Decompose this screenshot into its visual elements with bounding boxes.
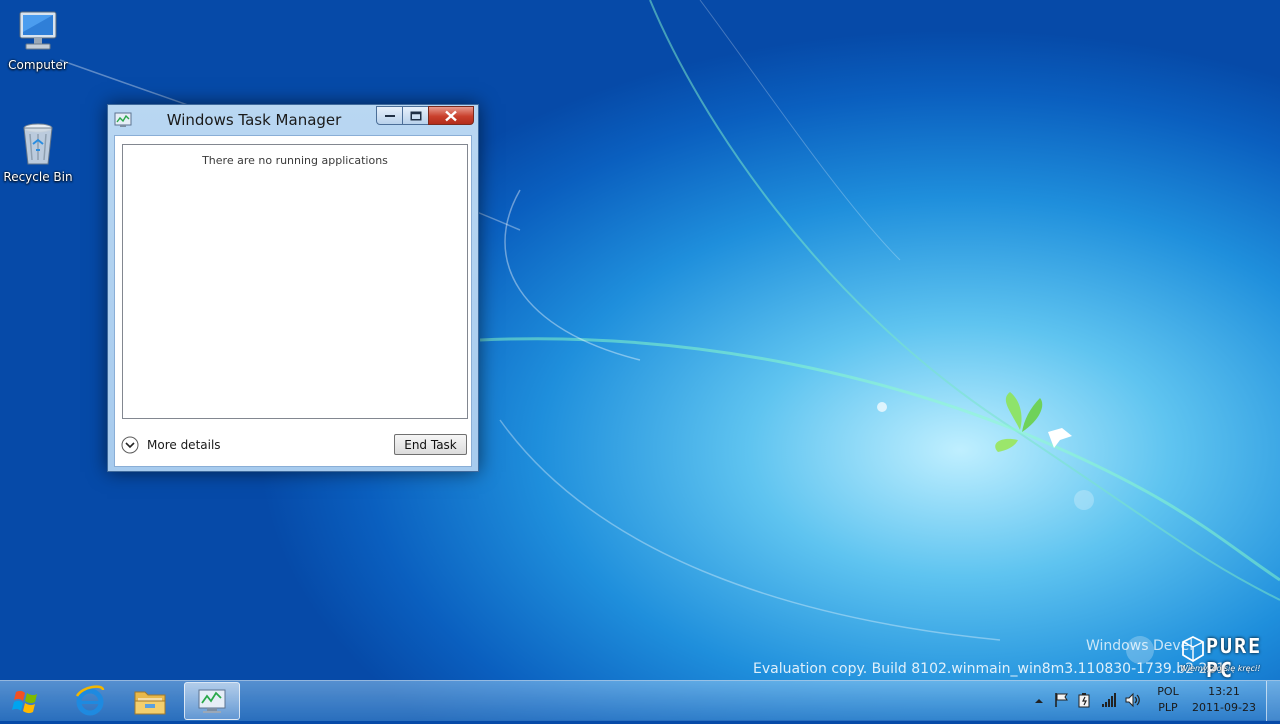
- battery-plug-icon: [1078, 693, 1090, 708]
- desktop-icon-label: Computer: [8, 58, 68, 72]
- input-language-indicator[interactable]: POL PLP: [1156, 684, 1180, 716]
- window-client-area: There are no running applications More d…: [114, 135, 472, 467]
- volume-button[interactable]: [1124, 691, 1142, 709]
- purepc-watermark: PURE PC Wiemy, co się kręci!: [1180, 632, 1276, 682]
- flag-icon: [1055, 693, 1068, 707]
- minimize-button[interactable]: [376, 106, 403, 125]
- empty-list-message: There are no running applications: [202, 154, 388, 167]
- file-explorer-icon: [134, 691, 166, 715]
- action-center-button[interactable]: [1053, 691, 1071, 709]
- desktop-icon-recycle-bin[interactable]: Recycle Bin: [0, 120, 76, 184]
- desktop-icon-computer[interactable]: Computer: [0, 8, 76, 72]
- speaker-icon: [1125, 692, 1140, 708]
- chevron-up-icon: [1035, 699, 1043, 703]
- maximize-icon: [410, 111, 421, 120]
- taskbar-internet-explorer[interactable]: [62, 682, 118, 720]
- minimize-icon: [384, 114, 395, 117]
- recycle-bin-icon: [14, 120, 62, 168]
- clock-time: 13:21: [1208, 685, 1240, 698]
- taskbar: POL PLP 13:21 2011-09-23: [0, 680, 1280, 721]
- close-icon: [445, 110, 457, 121]
- show-hidden-icons-button[interactable]: [1030, 691, 1048, 709]
- maximize-button[interactable]: [402, 106, 429, 125]
- taskbar-file-explorer[interactable]: [122, 682, 178, 720]
- brand-logo-text: PURE PC: [1206, 634, 1263, 682]
- edition-watermark: Windows Devel: [1086, 638, 1194, 654]
- computer-icon: [14, 8, 62, 56]
- internet-explorer-icon: [75, 685, 105, 716]
- windows-logo-icon: [12, 690, 37, 714]
- more-details-toggle[interactable]: More details: [121, 435, 221, 455]
- clock-date: 2011-09-23: [1192, 701, 1256, 714]
- build-watermark: Evaluation copy. Build 8102.winmain_win8…: [753, 661, 1226, 677]
- language-code: POL: [1157, 685, 1179, 698]
- system-clock[interactable]: 13:21 2011-09-23: [1188, 684, 1260, 716]
- start-button[interactable]: [4, 682, 48, 720]
- chevron-down-icon: [121, 436, 139, 454]
- show-desktop-button[interactable]: [1266, 681, 1280, 721]
- more-details-label: More details: [147, 438, 221, 452]
- task-manager-window: Windows Task Manager There are no runnin…: [107, 104, 479, 472]
- brand-tagline: Wiemy, co się kręci!: [1180, 664, 1261, 673]
- window-title: Windows Task Manager: [166, 111, 342, 129]
- task-manager-icon: [198, 689, 226, 713]
- title-bar[interactable]: Windows Task Manager: [108, 105, 478, 135]
- taskbar-task-manager[interactable]: [184, 682, 240, 720]
- cube-logo-icon: [1182, 636, 1204, 662]
- applications-list[interactable]: There are no running applications: [122, 144, 468, 419]
- keyboard-layout-code: PLP: [1158, 701, 1178, 714]
- desktop-icon-label: Recycle Bin: [3, 170, 73, 184]
- power-status-button[interactable]: [1076, 691, 1094, 709]
- end-task-button[interactable]: End Task: [394, 434, 467, 455]
- close-button[interactable]: [428, 106, 474, 125]
- network-status-button[interactable]: [1100, 691, 1118, 709]
- signal-bars-icon: [1102, 693, 1116, 707]
